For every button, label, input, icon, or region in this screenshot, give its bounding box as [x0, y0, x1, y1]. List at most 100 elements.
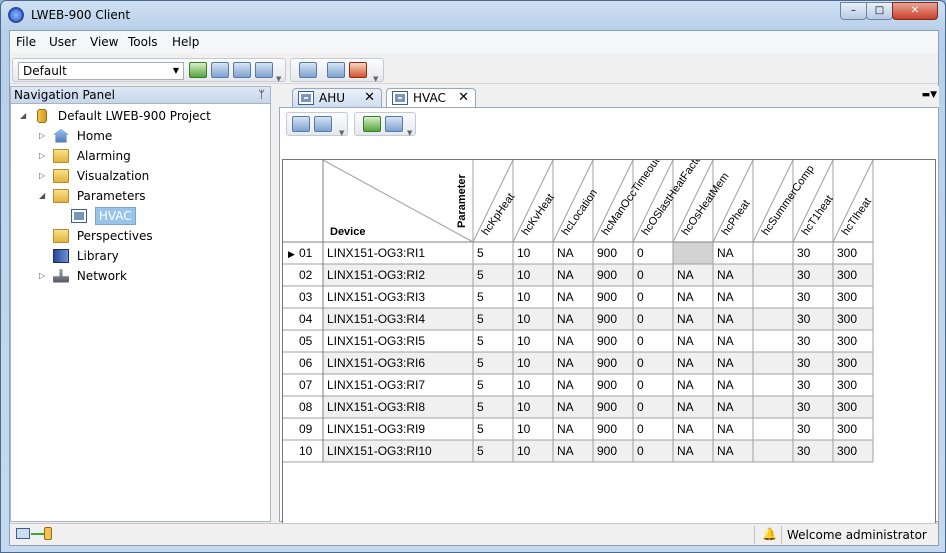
user-key-icon[interactable]: [327, 62, 345, 78]
tree-item-visualzation[interactable]: ▷ Visualzation: [39, 167, 150, 185]
device-settings-icon[interactable]: [233, 62, 251, 78]
grid-cell: 5: [477, 378, 484, 392]
grid-cell: 300: [837, 444, 857, 458]
window-title: LWEB-900 Client: [31, 8, 131, 22]
grid-cell: 30: [797, 356, 811, 370]
tree-item-home[interactable]: ▷ Home: [39, 127, 112, 145]
title-bar[interactable]: LWEB-900 Client – □ ✕: [1, 1, 945, 30]
device-export-icon[interactable]: [255, 62, 273, 78]
expand-arrow-icon[interactable]: ▷: [39, 267, 45, 285]
tree-item-perspectives[interactable]: Perspectives: [53, 227, 153, 245]
tree-item-parameters[interactable]: ◢ Parameters: [39, 187, 146, 205]
grid-cell-empty-highlight[interactable]: [673, 242, 713, 264]
grid-cell: 900: [597, 268, 617, 282]
grid-cell: 0: [637, 400, 644, 414]
grid-cell: NA: [717, 312, 734, 326]
tab-ahu[interactable]: AHU ✕: [292, 88, 382, 108]
connection-database-icon: [44, 527, 52, 540]
toolbar-overflow-icon[interactable]: ▼: [276, 75, 281, 83]
tree-item-label: Alarming: [76, 149, 131, 163]
toolbar-group-project: Default ▼ ▼: [12, 58, 286, 83]
navigation-panel-header: Navigation Panel ᛘ: [11, 87, 270, 104]
device-list-icon[interactable]: [211, 62, 229, 78]
tree-item-hvac[interactable]: HVAC: [71, 207, 136, 225]
user-edit-icon[interactable]: [299, 62, 317, 78]
grid-cell: NA: [557, 312, 574, 326]
grid-cell: NA: [557, 290, 574, 304]
tab-label: HVAC: [413, 91, 446, 105]
grid-cell: 300: [837, 422, 857, 436]
close-tab-icon[interactable]: ✕: [458, 89, 469, 107]
grid-cell: NA: [557, 400, 574, 414]
chevron-down-icon[interactable]: ▼: [173, 63, 179, 79]
parameter-screen-icon: [298, 91, 314, 105]
home-icon: [53, 128, 69, 143]
tree-item-label: Visualzation: [76, 169, 150, 183]
application-window: LWEB-900 Client – □ ✕ File User View Too…: [0, 0, 946, 553]
grid-cell: 10: [517, 246, 531, 260]
add-device-icon[interactable]: [189, 62, 207, 78]
toolbar-overflow-icon[interactable]: ▼: [373, 75, 378, 83]
grid-cell: 300: [837, 334, 857, 348]
collapse-arrow-icon[interactable]: ◢: [39, 187, 45, 205]
tree-item-library[interactable]: Library: [53, 247, 119, 265]
menu-view[interactable]: View: [90, 35, 118, 49]
toolbar-overflow-icon[interactable]: ▼: [339, 129, 344, 137]
menu-bar: File User View Tools Help: [10, 31, 938, 53]
document-menu-icon[interactable]: ▬▼: [922, 90, 937, 100]
app-globe-icon[interactable]: [8, 7, 24, 23]
grid-cell: 900: [597, 378, 617, 392]
grid-cell: 0: [637, 378, 644, 392]
tree-item-label: Library: [76, 249, 119, 263]
close-tab-icon[interactable]: ✕: [364, 89, 375, 107]
device-name-cell: LINX151-OG3:RI7: [327, 378, 425, 392]
device-name-cell: LINX151-OG3:RI10: [327, 444, 432, 458]
pin-icon[interactable]: ᛘ: [258, 87, 265, 103]
grid-cell: 30: [797, 400, 811, 414]
menu-tools[interactable]: Tools: [128, 35, 158, 49]
grid-cell: 30: [797, 444, 811, 458]
grid-cell: 300: [837, 378, 857, 392]
minimize-button[interactable]: –: [840, 2, 867, 20]
download-icon[interactable]: [363, 116, 381, 132]
tree-item-project[interactable]: ◢ Default LWEB-900 Project: [20, 107, 211, 125]
grid-cell: NA: [557, 422, 574, 436]
upload-icon[interactable]: [385, 116, 403, 132]
expand-arrow-icon[interactable]: ▷: [39, 147, 45, 165]
notification-bell-icon[interactable]: 🔔: [762, 527, 777, 541]
folder-icon: [53, 228, 69, 243]
menu-user[interactable]: User: [49, 35, 76, 49]
device-name-cell: LINX151-OG3:RI5: [327, 334, 425, 348]
close-button[interactable]: ✕: [892, 2, 938, 20]
grid-cell: 5: [477, 356, 484, 370]
grid-view-icon[interactable]: [292, 116, 310, 132]
grid-cell: 0: [637, 246, 644, 260]
welcome-message: Welcome administrator: [787, 528, 927, 542]
grid-cell: 30: [797, 422, 811, 436]
row-number: 02: [299, 268, 313, 282]
grid-cell: 300: [837, 312, 857, 326]
grid-cell: NA: [557, 334, 574, 348]
folder-icon: [53, 168, 69, 183]
expand-arrow-icon[interactable]: ▷: [39, 127, 45, 145]
grid-cell: NA: [677, 334, 694, 348]
expand-arrow-icon[interactable]: ▷: [39, 167, 45, 185]
tab-hvac[interactable]: HVAC ✕: [386, 88, 476, 109]
project-selector[interactable]: Default ▼: [18, 62, 184, 80]
grid-cell: 30: [797, 334, 811, 348]
toolbar-overflow-icon[interactable]: ▼: [407, 129, 412, 137]
main-toolbar: Default ▼ ▼ ▼: [10, 54, 938, 84]
grid-settings-icon[interactable]: [314, 116, 332, 132]
tree-item-network[interactable]: ▷ Network: [39, 267, 127, 285]
connection-monitor-icon: [16, 528, 30, 539]
connection-link-icon: [31, 533, 44, 535]
collapse-arrow-icon[interactable]: ◢: [20, 107, 26, 125]
maximize-button[interactable]: □: [866, 2, 893, 20]
user-logout-icon[interactable]: [349, 62, 367, 78]
grid-cell: 900: [597, 246, 617, 260]
grid-cell: NA: [717, 290, 734, 304]
tree-item-alarming[interactable]: ▷ Alarming: [39, 147, 131, 165]
folder-open-icon: [53, 188, 69, 203]
menu-file[interactable]: File: [16, 35, 36, 49]
menu-help[interactable]: Help: [172, 35, 199, 49]
